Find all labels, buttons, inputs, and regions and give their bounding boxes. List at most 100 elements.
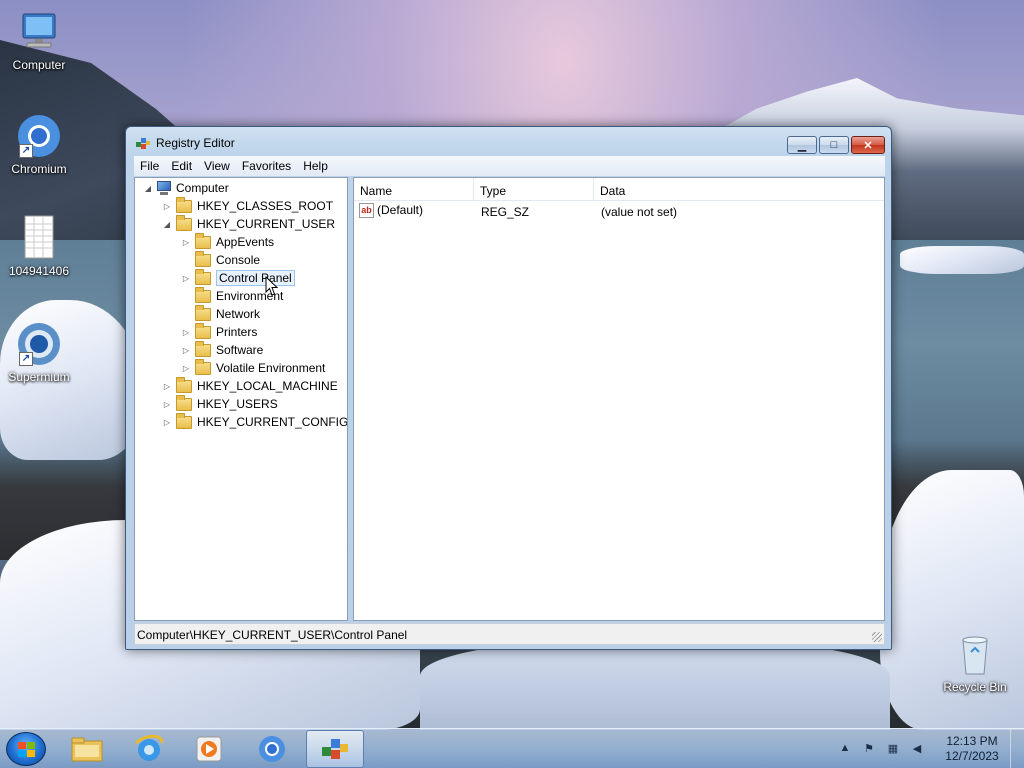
column-header-type[interactable]: Type [474,178,594,200]
tree-node-appevents[interactable]: ▷ AppEvents [181,232,275,251]
tree-node-volatile-environment[interactable]: ▷ Volatile Environment [181,358,326,377]
taskbar-media-player[interactable] [180,730,238,768]
tree-node-hkey-classes-root[interactable]: ▷ HKEY_CLASSES_ROOT [162,196,333,215]
windows-explorer-icon [71,737,103,762]
expand-arrow-icon[interactable]: ▷ [181,346,191,355]
expand-arrow-icon[interactable]: ▷ [181,274,191,283]
desktop-icon-label: Supermium [8,370,70,384]
close-button[interactable]: ✕ [851,136,885,154]
collapse-arrow-icon[interactable]: ◢ [143,184,153,193]
computer-icon [156,181,172,195]
menu-bar: File Edit View Favorites Help [134,156,885,176]
values-list[interactable]: Name Type Data ab (Default) REG_SZ (value… [353,177,885,621]
menu-file[interactable]: File [134,159,165,173]
tree-node-label: Volatile Environment [216,361,326,375]
menu-help[interactable]: Help [297,159,334,173]
shortcut-arrow-icon: ↗ [19,144,33,158]
collapse-arrow-icon[interactable]: ◢ [162,220,172,229]
expand-arrow-icon[interactable]: ▷ [162,382,172,391]
column-header-data[interactable]: Data [594,178,884,200]
computer-icon [15,8,63,56]
media-player-icon [196,736,222,762]
start-button[interactable] [6,732,46,766]
tree-node-hkey-current-user[interactable]: ◢ HKEY_CURRENT_USER [162,214,335,233]
desktop-icon-supermium[interactable]: ↗ Supermium [1,320,77,384]
folder-icon [195,268,211,285]
tree-node-label: AppEvents [216,235,275,249]
value-name-cell: ab (Default) [359,203,424,219]
tree-node-label: Software [216,343,264,357]
tree-node-network[interactable]: Network [181,304,260,323]
tree-node-label: HKEY_USERS [197,397,278,411]
taskbar: ▲ ⚑ ▦ ◀ 12:13 PM 12/7/2023 [0,728,1024,768]
tree-node-hkey-current-config[interactable]: ▷ HKEY_CURRENT_CONFIG [162,412,348,431]
tree-node-console[interactable]: Console [181,250,260,269]
menu-view[interactable]: View [198,159,236,173]
tree-node-computer[interactable]: ◢ Computer [143,179,229,197]
desktop-icon-file[interactable]: 104941406 [1,214,77,278]
desktop-icon-chromium[interactable]: ↗ Chromium [1,112,77,176]
value-row[interactable]: ab (Default) REG_SZ (value not set) [354,202,884,222]
action-center-flag-icon[interactable]: ⚑ [862,742,876,756]
maximize-icon: □ [830,139,838,151]
volume-muted-icon[interactable]: ◀ [910,742,924,756]
expand-arrow-icon[interactable]: ▷ [181,238,191,247]
resize-grip-icon[interactable] [872,632,882,642]
desktop-icon-label: 104941406 [8,264,70,278]
desktop-icon-label: Recycle Bin [943,680,1007,694]
taskbar-windows-explorer[interactable] [58,730,116,768]
tree-node-label: Computer [176,181,229,195]
expand-arrow-icon[interactable]: ▷ [181,364,191,373]
internet-explorer-icon [134,734,164,761]
maximize-button[interactable]: □ [819,136,849,154]
tree-node-hkey-local-machine[interactable]: ▷ HKEY_LOCAL_MACHINE [162,376,338,395]
tree-node-label: Printers [216,325,258,339]
menu-edit[interactable]: Edit [165,159,198,173]
clock-time: 12:13 PM [946,734,998,748]
tree-node-label: HKEY_CURRENT_CONFIG [197,415,348,429]
value-type: REG_SZ [481,205,530,219]
tree-node-hkey-users[interactable]: ▷ HKEY_USERS [162,394,278,413]
expand-arrow-icon[interactable]: ▷ [181,328,191,337]
chromium-icon: ↗ [15,112,63,160]
expand-arrow-icon[interactable]: ▷ [162,202,172,211]
close-icon: ✕ [863,139,873,152]
expand-arrow-icon[interactable]: ▷ [162,418,172,427]
taskbar-internet-explorer[interactable] [120,730,178,768]
menu-favorites[interactable]: Favorites [236,159,297,173]
taskbar-chromium[interactable] [243,730,301,768]
value-name: (Default) [377,203,424,217]
show-desktop-button[interactable] [1010,729,1024,768]
desktop-icon-label: Chromium [11,162,67,176]
wallpaper-ice [420,640,890,730]
folder-icon [195,358,211,375]
column-header-name[interactable]: Name [354,178,474,200]
taskbar-registry-editor[interactable] [306,730,364,768]
title-bar[interactable]: Registry Editor ▁ □ ✕ [126,127,891,157]
wallpaper-ice [900,246,1024,274]
registry-tree[interactable]: ◢ Computer ▷ HKEY_CLASSES_ROOT ◢ HKEY_CU… [134,177,348,621]
expand-arrow-icon[interactable]: ▷ [162,400,172,409]
status-bar: Computer\HKEY_CURRENT_USER\Control Panel [134,623,885,645]
registry-editor-icon [135,135,151,151]
folder-icon [176,196,192,213]
status-path: Computer\HKEY_CURRENT_USER\Control Panel [137,628,408,642]
supermium-icon: ↗ [15,320,63,368]
chromium-icon [259,736,285,762]
desktop-icon-computer[interactable]: Computer [1,8,77,72]
windows-logo-icon [18,742,36,758]
registry-editor-window[interactable]: Registry Editor ▁ □ ✕ File Edit View Fav… [125,126,892,650]
network-icon[interactable]: ▦ [886,742,900,756]
folder-icon [195,340,211,357]
tree-node-printers[interactable]: ▷ Printers [181,322,258,341]
clock[interactable]: 12:13 PM 12/7/2023 [934,734,1010,764]
desktop-icon-recycle-bin[interactable]: Recycle Bin [937,630,1013,694]
minimize-button[interactable]: ▁ [787,136,817,154]
folder-icon [195,232,211,249]
window-title: Registry Editor [156,136,235,150]
value-data: (value not set) [601,205,678,219]
show-hidden-icons-icon[interactable]: ▲ [838,742,852,756]
tree-node-label: HKEY_LOCAL_MACHINE [197,379,338,393]
tree-node-software[interactable]: ▷ Software [181,340,264,359]
folder-icon [176,376,192,393]
